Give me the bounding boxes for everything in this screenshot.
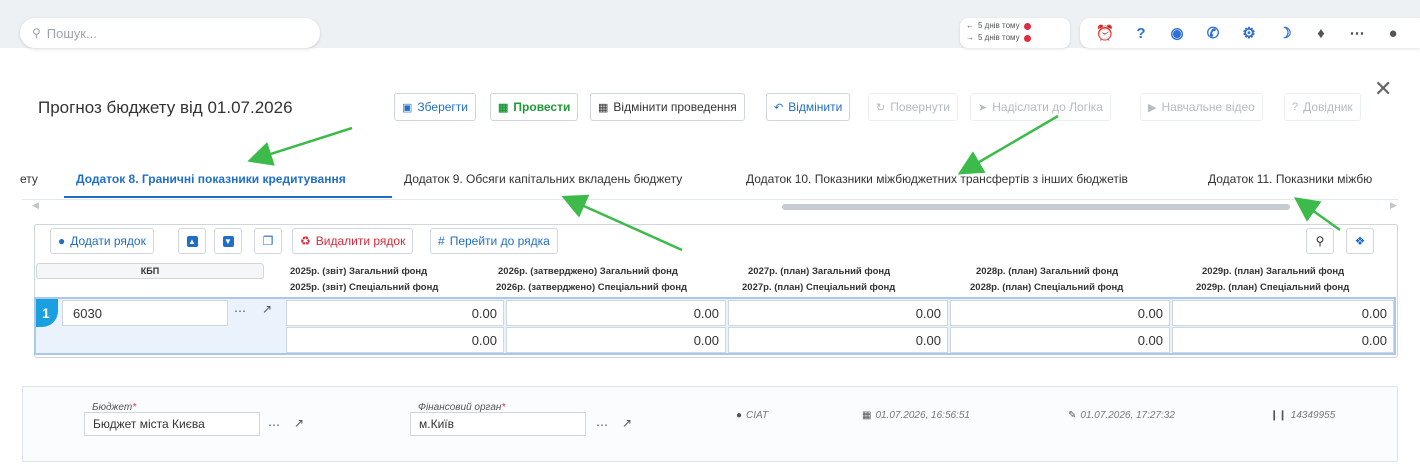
annotation-arrows [247, 114, 1341, 252]
annotation-arrow [1293, 197, 1341, 232]
annotation-arrow [957, 114, 1059, 175]
annotation-arrow [247, 126, 353, 166]
annotation-arrow [561, 194, 683, 252]
